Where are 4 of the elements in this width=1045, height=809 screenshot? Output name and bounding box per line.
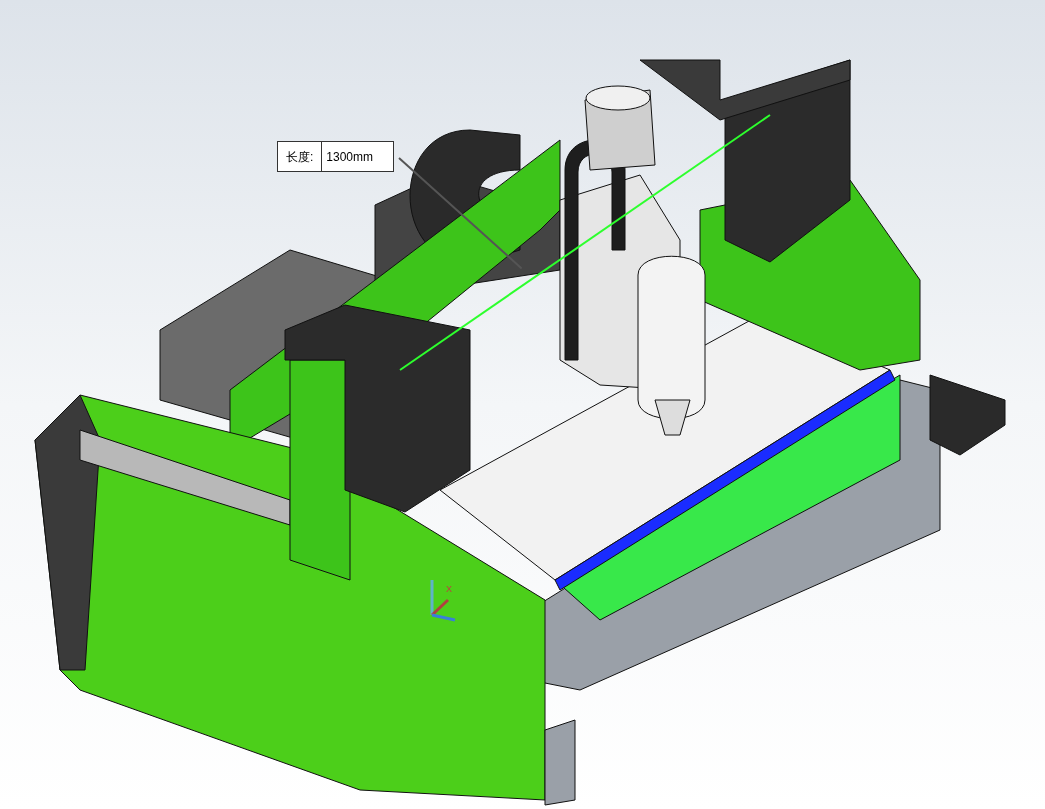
tooltip-label: 长度: [278, 142, 323, 171]
axis-label: X [446, 585, 452, 594]
coordinate-triad-icon [430, 580, 456, 622]
tooltip-value: 1300mm [325, 148, 375, 166]
